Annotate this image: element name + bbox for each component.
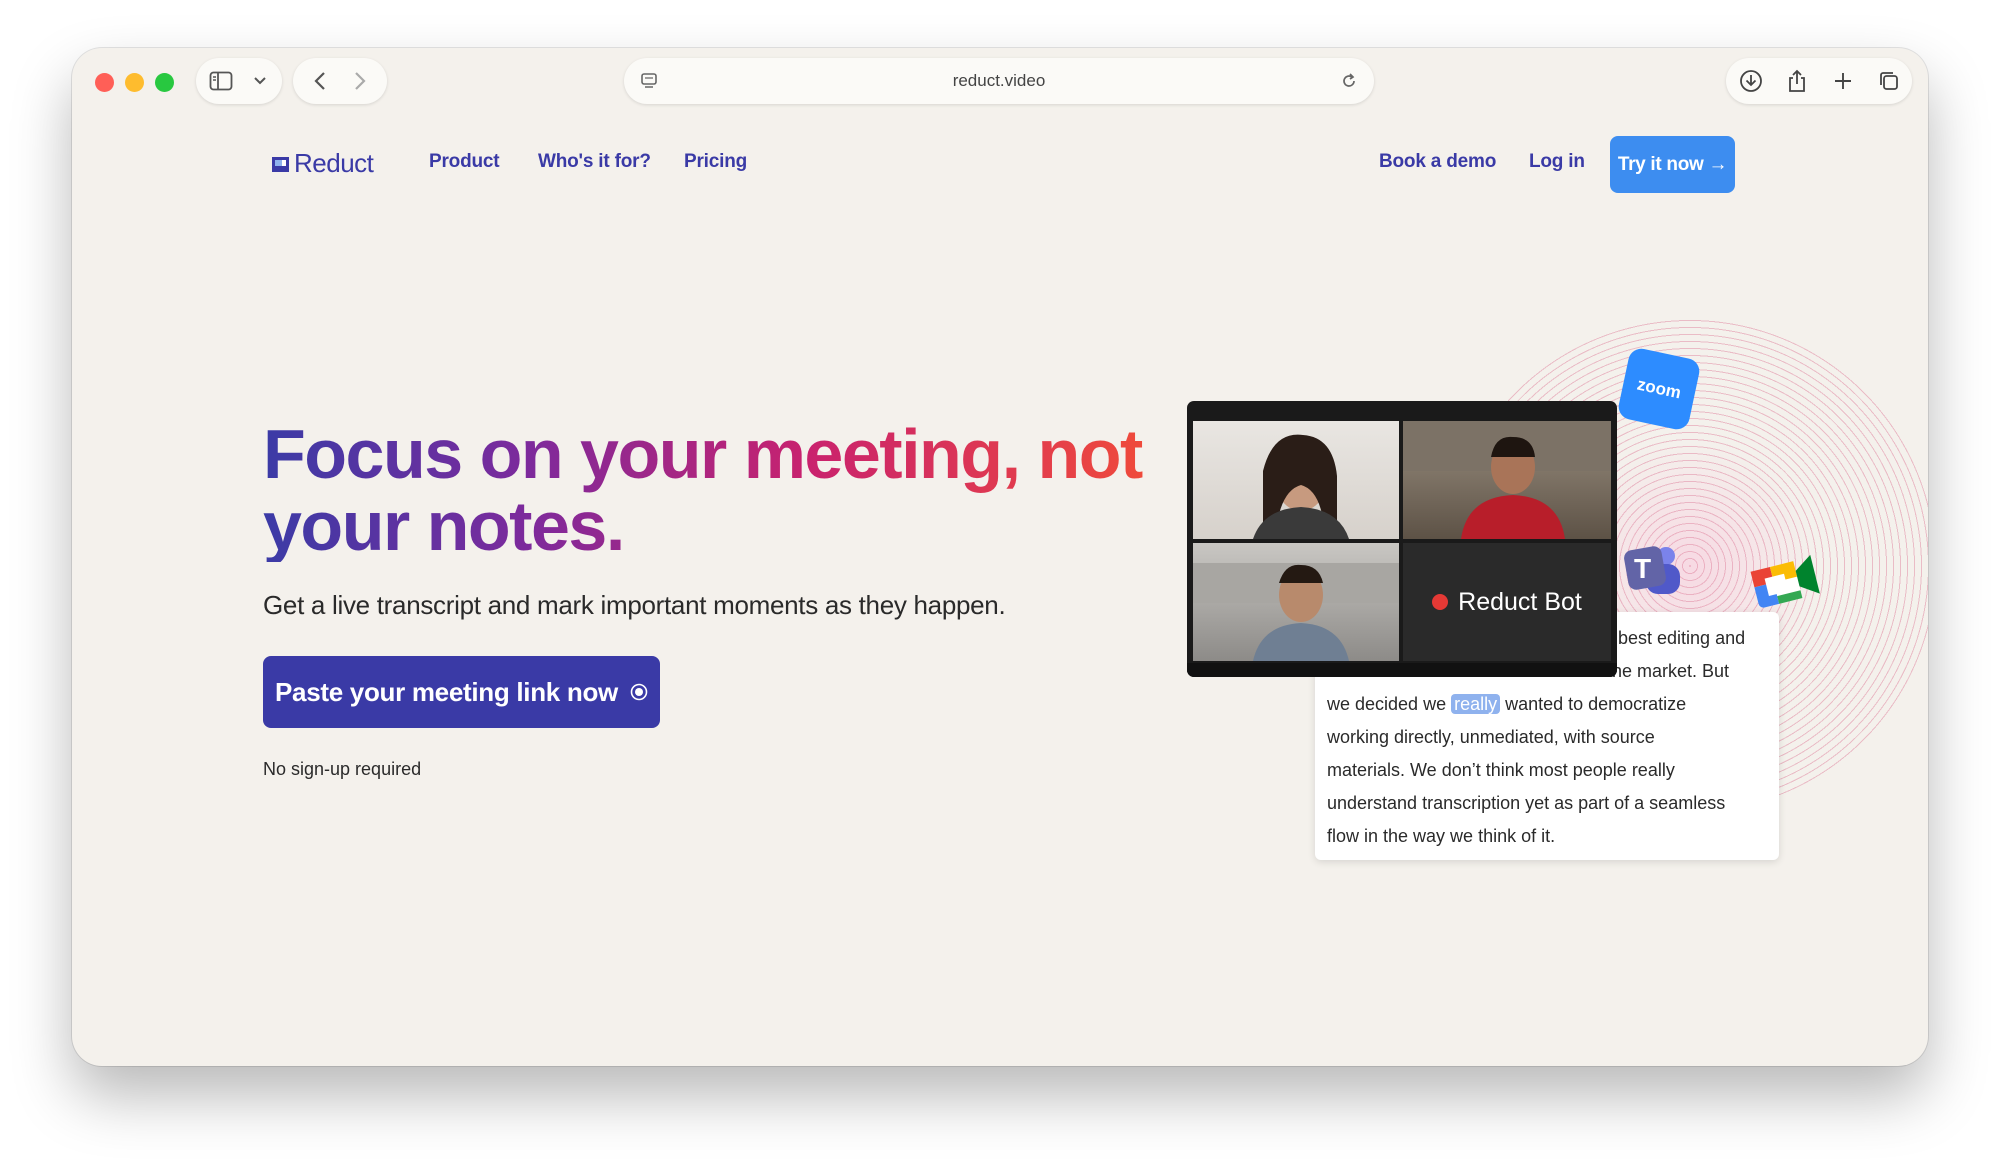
tabs-icon[interactable] [1872, 58, 1906, 104]
zoom-logo-icon: zoom [1616, 346, 1702, 432]
history-nav-group [293, 58, 387, 104]
transcript-text: wanted to democratize [1500, 694, 1687, 714]
recording-dot-icon [1432, 594, 1449, 610]
nav-product[interactable]: Product [429, 151, 500, 173]
hero-subhead: Get a live transcript and mark important… [263, 590, 1006, 620]
nav-whos-it-for[interactable]: Who's it for? [538, 151, 651, 173]
share-icon[interactable] [1780, 58, 1814, 104]
hero-headline: Focus on your meeting, not your notes. [263, 415, 1143, 565]
svg-text:T: T [1634, 553, 1651, 584]
close-window-button[interactable] [95, 73, 114, 92]
google-meet-logo-icon [1744, 550, 1824, 614]
back-icon[interactable] [305, 58, 335, 104]
book-demo-link[interactable]: Book a demo [1379, 151, 1496, 173]
forward-icon[interactable] [345, 58, 375, 104]
highlighted-word[interactable]: really [1451, 694, 1501, 714]
transcript-line: understand transcription yet as part of … [1327, 793, 1726, 813]
reload-icon[interactable] [1334, 58, 1364, 104]
sidebar-toggle-group [196, 58, 282, 104]
paste-meeting-link-button[interactable]: Paste your meeting link now [263, 656, 660, 728]
meeting-controls-bar [1187, 663, 1617, 677]
reduct-bot-tile: Reduct Bot [1403, 543, 1611, 661]
log-in-link[interactable]: Log in [1529, 151, 1585, 173]
cta-label: Paste your meeting link now [275, 676, 618, 707]
transcript-line: flow in the way we think of it. [1327, 826, 1556, 846]
teams-logo-icon: T [1616, 536, 1686, 606]
transcript-line: working directly, unmediated, with sourc… [1327, 727, 1655, 747]
chevron-down-icon[interactable] [248, 58, 272, 104]
zoom-logo-text: zoom [1635, 374, 1683, 403]
bot-label: Reduct Bot [1458, 587, 1582, 616]
record-icon [630, 683, 648, 701]
transcript-text: we decided we [1327, 694, 1452, 714]
sidebar-icon[interactable] [206, 58, 236, 104]
logo-text: Reduct [294, 148, 374, 178]
transcript-line: we decided we really wanted to democrati… [1327, 688, 1686, 721]
no-signup-note: No sign-up required [263, 759, 422, 779]
toolbar-actions [1726, 58, 1912, 104]
maximize-window-button[interactable] [155, 73, 174, 92]
participant-video-1 [1193, 421, 1399, 539]
reduct-logo-icon [272, 156, 289, 172]
new-tab-icon[interactable] [1826, 58, 1860, 104]
participant-video-3 [1193, 543, 1399, 661]
address-bar[interactable]: reduct.video [624, 58, 1374, 104]
transcript-line: materials. We don’t think most people re… [1327, 760, 1675, 780]
video-call-window: Reduct Bot [1187, 401, 1617, 677]
download-icon[interactable] [1734, 58, 1768, 104]
try-it-now-button[interactable]: Try it now → [1610, 136, 1735, 193]
reduct-logo[interactable]: Reduct [271, 148, 374, 179]
url-text[interactable]: reduct.video [624, 58, 1374, 104]
nav-pricing[interactable]: Pricing [684, 151, 747, 173]
browser-window: reduct.video Reduct Product Who's it for… [72, 48, 1928, 1066]
transcript-line: best editing and [1618, 628, 1746, 648]
transcript-line: he market. But [1612, 661, 1730, 681]
participant-video-2 [1403, 421, 1611, 539]
minimize-window-button[interactable] [125, 73, 144, 92]
